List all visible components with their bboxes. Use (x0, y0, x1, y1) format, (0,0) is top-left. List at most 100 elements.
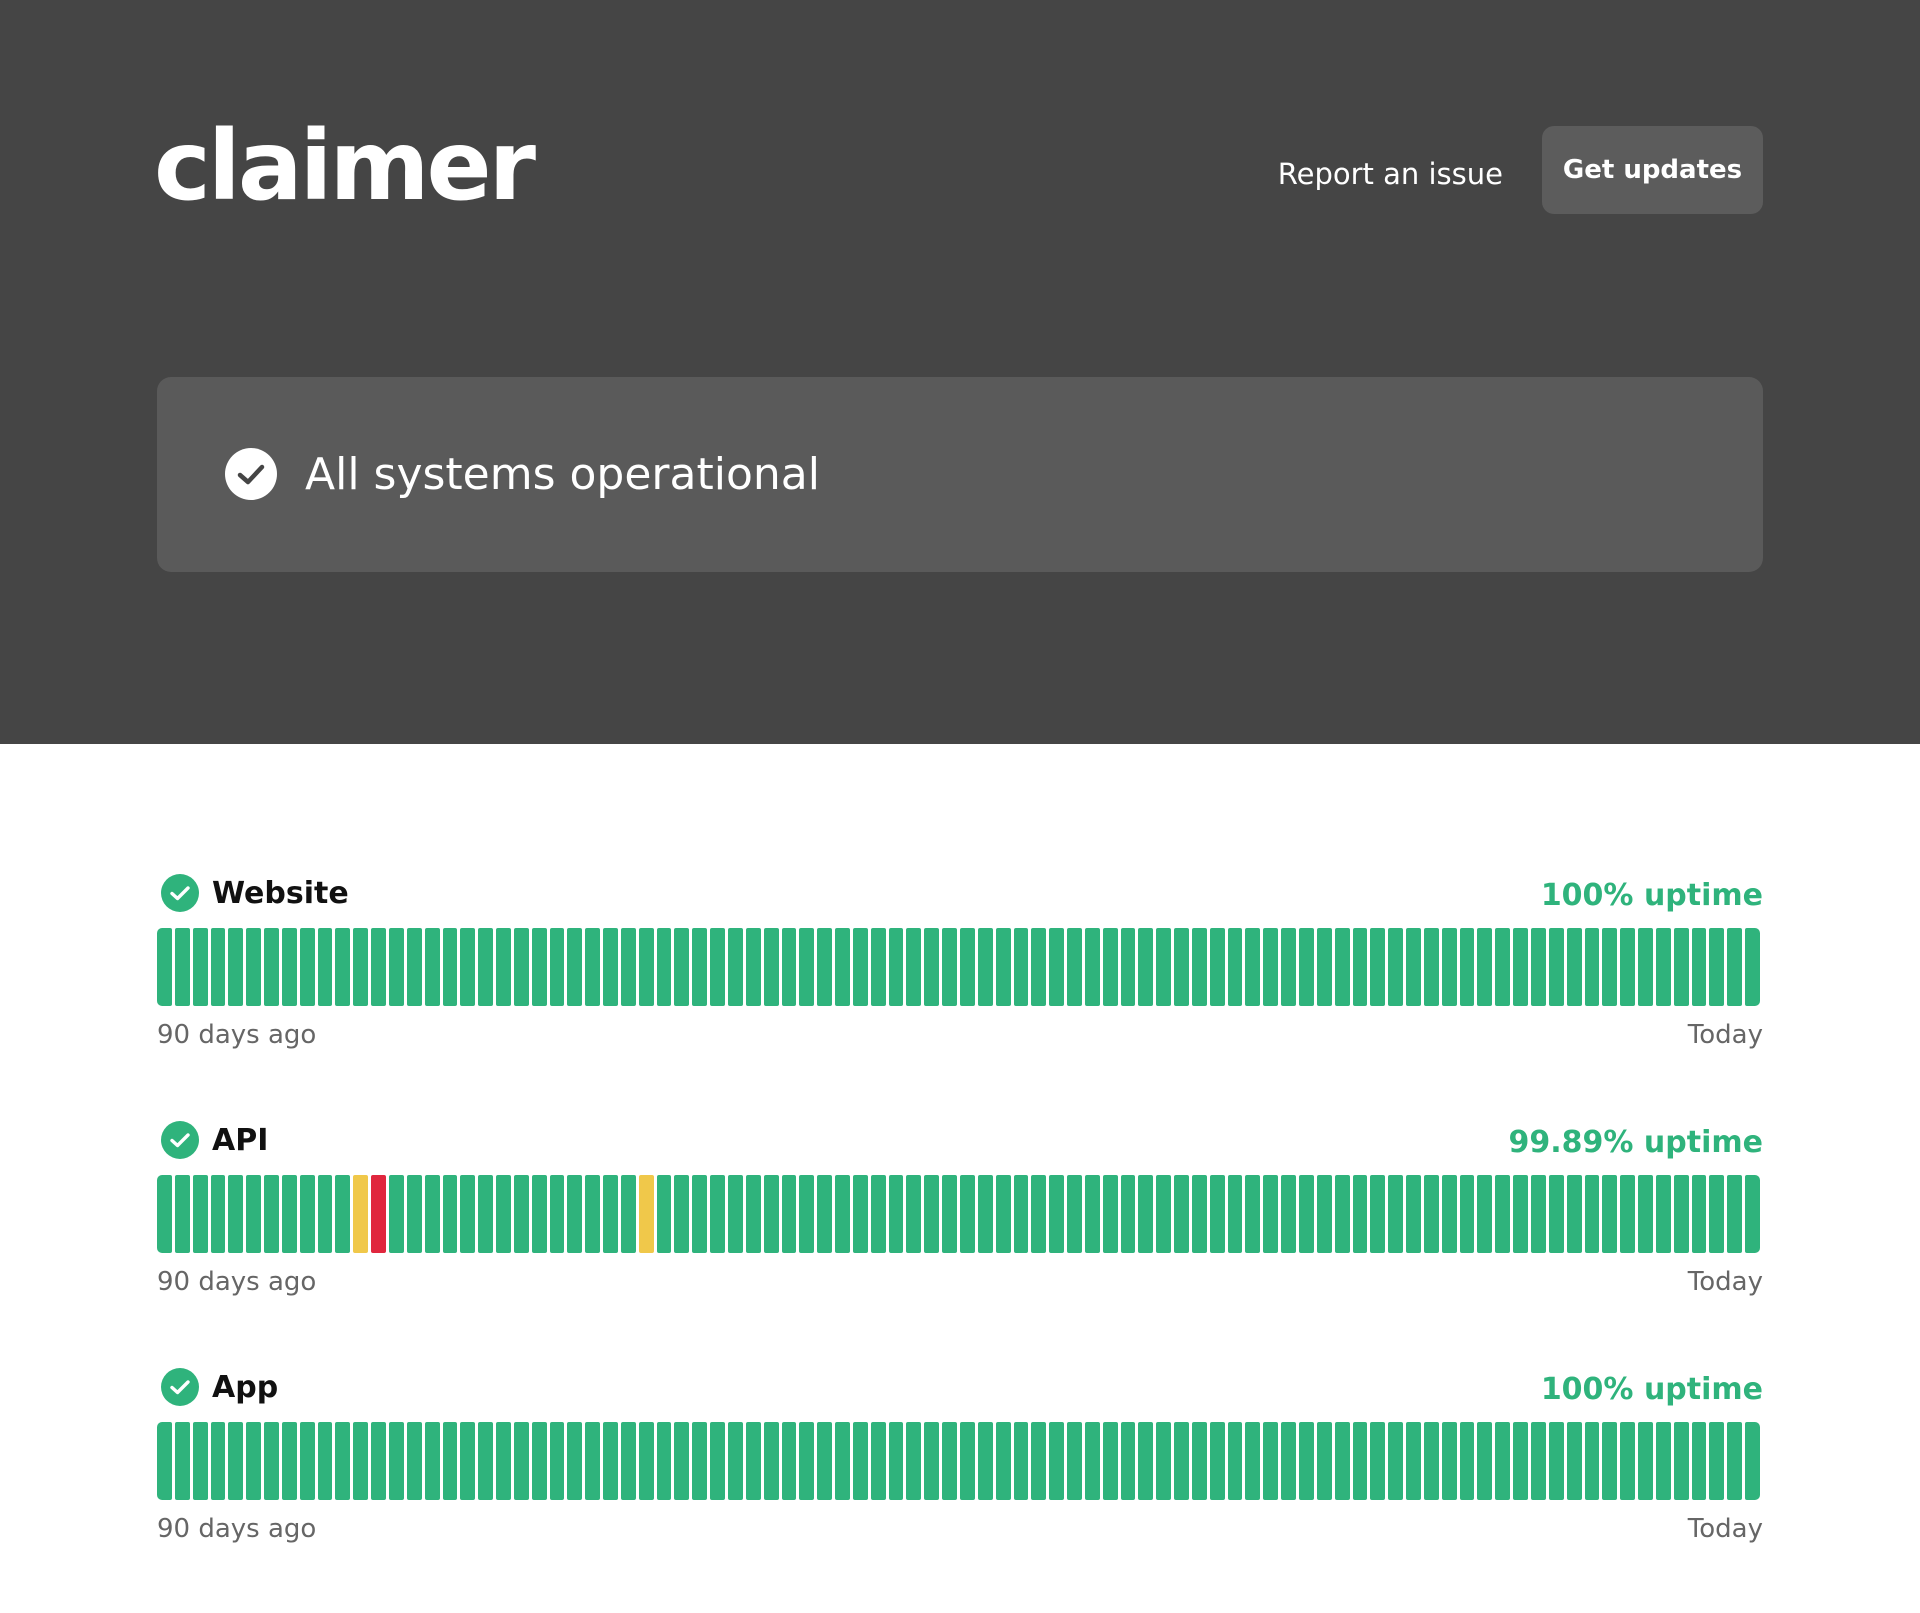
uptime-day[interactable] (1745, 928, 1760, 1006)
uptime-day[interactable] (388, 1422, 404, 1500)
uptime-day[interactable] (157, 1175, 172, 1253)
uptime-day[interactable] (192, 1422, 208, 1500)
uptime-day[interactable] (1673, 1175, 1689, 1253)
uptime-day[interactable] (995, 1175, 1011, 1253)
uptime-day[interactable] (1352, 1175, 1368, 1253)
uptime-day[interactable] (835, 1175, 850, 1253)
uptime-day[interactable] (1655, 1422, 1671, 1500)
uptime-day[interactable] (1120, 928, 1136, 1006)
uptime-day[interactable] (1067, 928, 1082, 1006)
uptime-day[interactable] (620, 928, 636, 1006)
uptime-day[interactable] (603, 1175, 618, 1253)
uptime-day[interactable] (906, 1422, 922, 1500)
uptime-day[interactable] (1370, 928, 1386, 1006)
uptime-day[interactable] (1138, 1422, 1154, 1500)
uptime-day[interactable] (531, 1422, 547, 1500)
uptime-day[interactable] (1441, 928, 1457, 1006)
uptime-day[interactable] (513, 928, 529, 1006)
uptime-day[interactable] (620, 1175, 636, 1253)
uptime-day[interactable] (1727, 1422, 1743, 1500)
uptime-day[interactable] (1084, 928, 1100, 1006)
uptime-day[interactable] (1513, 1422, 1528, 1500)
uptime-day[interactable] (977, 928, 993, 1006)
uptime-day[interactable] (424, 1175, 440, 1253)
uptime-day[interactable] (1191, 1422, 1207, 1500)
uptime-day[interactable] (1691, 928, 1707, 1006)
uptime-day[interactable] (710, 1422, 725, 1500)
uptime-day[interactable] (710, 1175, 725, 1253)
uptime-day[interactable] (1334, 928, 1350, 1006)
uptime-day[interactable] (763, 928, 779, 1006)
uptime-day[interactable] (1691, 1422, 1707, 1500)
uptime-day[interactable] (442, 1422, 458, 1500)
uptime-day[interactable] (835, 928, 850, 1006)
uptime-day[interactable] (460, 1175, 476, 1253)
uptime-day[interactable] (567, 928, 583, 1006)
uptime-day[interactable] (281, 1175, 297, 1253)
uptime-day[interactable] (1638, 928, 1653, 1006)
uptime-day[interactable] (478, 928, 494, 1006)
uptime-day[interactable] (977, 1422, 993, 1500)
uptime-day[interactable] (192, 928, 208, 1006)
uptime-day[interactable] (353, 928, 369, 1006)
uptime-day[interactable] (1316, 928, 1332, 1006)
uptime-day[interactable] (567, 1175, 583, 1253)
uptime-day[interactable] (656, 928, 672, 1006)
uptime-day[interactable] (1102, 928, 1118, 1006)
uptime-day[interactable] (1655, 1175, 1671, 1253)
uptime-day[interactable] (585, 1175, 601, 1253)
uptime-day[interactable] (745, 928, 761, 1006)
uptime-day[interactable] (942, 928, 957, 1006)
uptime-day[interactable] (781, 1175, 797, 1253)
uptime-day[interactable] (852, 1422, 868, 1500)
uptime-day[interactable] (1477, 928, 1493, 1006)
uptime-day[interactable] (603, 928, 618, 1006)
uptime-day[interactable] (1334, 1175, 1350, 1253)
uptime-day[interactable] (299, 928, 315, 1006)
uptime-day[interactable] (638, 1175, 654, 1253)
uptime-day[interactable] (870, 1422, 886, 1500)
uptime-day[interactable] (1406, 1422, 1421, 1500)
uptime-day[interactable] (406, 928, 422, 1006)
uptime-day[interactable] (1174, 928, 1189, 1006)
uptime-day[interactable] (1388, 1422, 1404, 1500)
uptime-day[interactable] (1727, 1175, 1743, 1253)
uptime-day[interactable] (157, 928, 172, 1006)
uptime-day[interactable] (1156, 928, 1172, 1006)
uptime-day[interactable] (959, 1175, 975, 1253)
uptime-day[interactable] (692, 1422, 708, 1500)
uptime-day[interactable] (728, 928, 743, 1006)
uptime-day[interactable] (1584, 1175, 1600, 1253)
uptime-day[interactable] (692, 1175, 708, 1253)
uptime-day[interactable] (1655, 928, 1671, 1006)
uptime-day[interactable] (1388, 1175, 1404, 1253)
uptime-day[interactable] (817, 928, 833, 1006)
uptime-day[interactable] (1102, 1175, 1118, 1253)
uptime-day[interactable] (1049, 928, 1065, 1006)
uptime-day[interactable] (1530, 1422, 1546, 1500)
uptime-day[interactable] (1209, 1175, 1225, 1253)
uptime-day[interactable] (1245, 1175, 1261, 1253)
uptime-day[interactable] (1459, 1175, 1475, 1253)
uptime-day[interactable] (799, 928, 815, 1006)
uptime-day[interactable] (1031, 1175, 1047, 1253)
uptime-day[interactable] (1067, 1422, 1082, 1500)
uptime-day[interactable] (281, 1422, 297, 1500)
uptime-day[interactable] (157, 1422, 172, 1500)
uptime-day[interactable] (228, 928, 244, 1006)
uptime-day[interactable] (870, 928, 886, 1006)
uptime-day[interactable] (1530, 1175, 1546, 1253)
uptime-day[interactable] (1156, 1422, 1172, 1500)
uptime-day[interactable] (674, 1422, 690, 1500)
uptime-day[interactable] (371, 928, 386, 1006)
uptime-day[interactable] (1727, 928, 1743, 1006)
uptime-day[interactable] (906, 928, 922, 1006)
uptime-day[interactable] (835, 1422, 850, 1500)
uptime-day[interactable] (1316, 1422, 1332, 1500)
uptime-day[interactable] (264, 1175, 279, 1253)
uptime-day[interactable] (692, 928, 708, 1006)
uptime-day[interactable] (567, 1422, 583, 1500)
uptime-day[interactable] (1423, 928, 1439, 1006)
uptime-day[interactable] (799, 1422, 815, 1500)
uptime-day[interactable] (424, 1422, 440, 1500)
